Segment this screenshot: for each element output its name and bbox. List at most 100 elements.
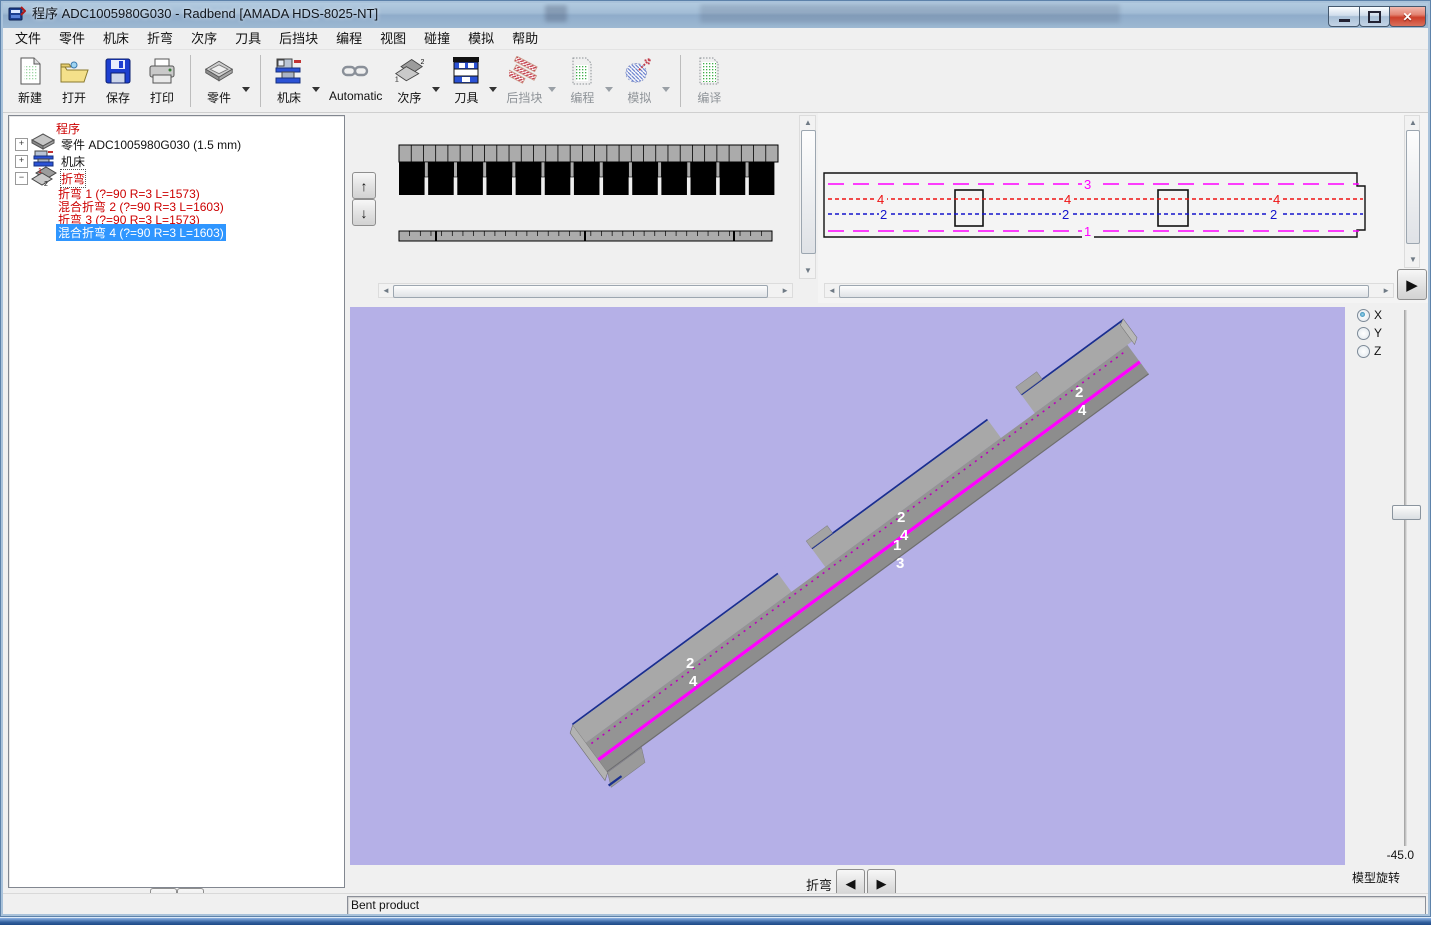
- bend-label: 2: [686, 655, 694, 672]
- flat-horizontal-scrollbar[interactable]: ◄ ►: [824, 283, 1394, 298]
- scroll-down-icon: ▼: [804, 266, 812, 275]
- machine-dropdown-arrow[interactable]: [312, 87, 320, 92]
- bend-number-2: 2: [880, 207, 887, 222]
- rotation-slider-handle[interactable]: [1392, 505, 1421, 520]
- scroll-left-icon: ◄: [382, 286, 390, 295]
- menu-machine[interactable]: 机床: [94, 28, 138, 50]
- status-text: Bent product: [351, 898, 420, 912]
- axis-x-label: X: [1374, 308, 1383, 322]
- bend-icon: 12: [31, 166, 57, 188]
- menu-simulate[interactable]: 模拟: [459, 28, 503, 50]
- bent-part-3d: 2 4 2 4 1 3 2 4: [569, 318, 1150, 788]
- tree-node-machine[interactable]: 机床: [61, 153, 85, 170]
- open-folder-icon: [59, 56, 89, 86]
- app-icon: [8, 6, 26, 21]
- restore-button[interactable]: [1359, 6, 1390, 27]
- simulate-button[interactable]: 模拟: [617, 53, 661, 107]
- collapse-icon[interactable]: −: [15, 172, 28, 185]
- axis-y-radio[interactable]: [1357, 327, 1370, 340]
- punch-holder-segments: [398, 144, 779, 163]
- tools-dropdown-arrow[interactable]: [489, 87, 498, 92]
- toolbar-separator: [260, 55, 261, 107]
- print-icon: [147, 56, 177, 86]
- menu-collision[interactable]: 碰撞: [415, 28, 459, 50]
- menu-file[interactable]: 文件: [6, 28, 50, 50]
- axis-x-radio[interactable]: [1357, 309, 1370, 322]
- part-button[interactable]: 零件: [197, 53, 241, 107]
- next-icon: ▶: [876, 875, 887, 891]
- part-dropdown-arrow[interactable]: [242, 87, 250, 92]
- print-button[interactable]: 打印: [140, 53, 184, 107]
- bend-number-3: 3: [1084, 177, 1091, 192]
- bend-label: 1: [893, 537, 901, 554]
- rotation-slider-track[interactable]: [1404, 310, 1407, 846]
- bend-label: 2: [1075, 384, 1083, 401]
- tool-move-down-button[interactable]: ↓: [352, 199, 376, 226]
- flat-pattern-view[interactable]: 3 4 4 4 2 2 2 1: [818, 115, 1403, 280]
- tool-vertical-scrollbar[interactable]: ▲ ▼: [799, 115, 816, 279]
- automatic-button[interactable]: Automatic: [324, 53, 387, 104]
- program-dropdown-arrow[interactable]: [605, 87, 614, 92]
- bend-line-magenta: [597, 360, 1141, 762]
- tool-horizontal-scrollbar[interactable]: ◄ ►: [378, 283, 793, 298]
- part-bottom-flange: [599, 363, 1149, 772]
- menu-help[interactable]: 帮助: [503, 28, 547, 50]
- die-segments[interactable]: [398, 230, 773, 242]
- compile-button[interactable]: 编译: [687, 53, 731, 107]
- tool-move-up-button[interactable]: ↑: [352, 172, 376, 199]
- cutout: [954, 189, 984, 227]
- tree-root-program[interactable]: 程序: [56, 120, 80, 137]
- bend-nav-label: 折弯: [806, 878, 833, 893]
- menu-tools[interactable]: 刀具: [226, 28, 270, 50]
- tools-button[interactable]: 刀具: [444, 53, 488, 107]
- up-arrow-icon: ↑: [360, 177, 368, 194]
- flat-vertical-scrollbar[interactable]: ▲ ▼: [1404, 115, 1420, 268]
- backgauge-icon: [509, 56, 539, 86]
- backgauge-dropdown-arrow[interactable]: [548, 87, 557, 92]
- axis-z-radio[interactable]: [1357, 345, 1370, 358]
- minimize-icon: [1338, 19, 1350, 22]
- bend-number-4: 4: [877, 192, 884, 207]
- close-button[interactable]: ✕: [1389, 6, 1426, 27]
- scrollbar-thumb[interactable]: [839, 285, 1369, 298]
- tree-bend-4-selected[interactable]: 混合折弯 4 (?=90 R=3 L=1603): [56, 224, 226, 241]
- minimize-button[interactable]: [1328, 6, 1360, 27]
- toolbar-separator: [190, 55, 191, 107]
- play-simulation-button[interactable]: ▶: [1397, 269, 1427, 300]
- menu-view[interactable]: 视图: [371, 28, 415, 50]
- bend-number-2: 2: [1062, 207, 1069, 222]
- new-button[interactable]: 新建: [8, 53, 52, 107]
- tool-setup-view[interactable]: [347, 113, 818, 285]
- tree-node-part[interactable]: 零件 ADC1005980G030 (1.5 mm): [61, 136, 241, 153]
- expand-icon[interactable]: +: [15, 138, 28, 151]
- machine-icon: [33, 150, 54, 167]
- scroll-right-icon: ►: [781, 286, 789, 295]
- scrollbar-thumb[interactable]: [801, 130, 816, 254]
- punch-segments[interactable]: [399, 161, 775, 195]
- bend-label: 4: [689, 673, 698, 690]
- rotation-label: 模型旋转: [1352, 871, 1401, 885]
- backgauge-button[interactable]: 后挡块: [501, 53, 547, 107]
- scrollbar-thumb[interactable]: [393, 285, 768, 298]
- toolbar: 新建 打开 保存 打印 零件 机床 Automatic 21 次序: [0, 50, 1431, 113]
- expand-icon[interactable]: +: [15, 155, 28, 168]
- menu-part[interactable]: 零件: [50, 28, 94, 50]
- bend-label: 2: [897, 509, 905, 526]
- save-button[interactable]: 保存: [96, 53, 140, 107]
- menu-backgauge[interactable]: 后挡块: [270, 28, 327, 50]
- machine-button[interactable]: 机床: [267, 53, 311, 107]
- sequence-dropdown-arrow[interactable]: [432, 87, 441, 92]
- menu-sequence[interactable]: 次序: [182, 28, 226, 50]
- scrollbar-thumb[interactable]: [1406, 130, 1420, 244]
- program-button[interactable]: 编程: [560, 53, 604, 107]
- open-button[interactable]: 打开: [52, 53, 96, 107]
- part-icon: [204, 56, 234, 86]
- menu-programming[interactable]: 编程: [327, 28, 371, 50]
- svg-text:1: 1: [38, 168, 42, 175]
- window-title: 程序 ADC1005980G030 - Radbend [AMADA HDS-8…: [32, 6, 379, 21]
- simulate-dropdown-arrow[interactable]: [662, 87, 671, 92]
- menu-bend[interactable]: 折弯: [138, 28, 182, 50]
- sequence-button[interactable]: 21 次序: [387, 53, 431, 107]
- tools-icon: [451, 56, 481, 86]
- part-web: [585, 344, 1140, 759]
